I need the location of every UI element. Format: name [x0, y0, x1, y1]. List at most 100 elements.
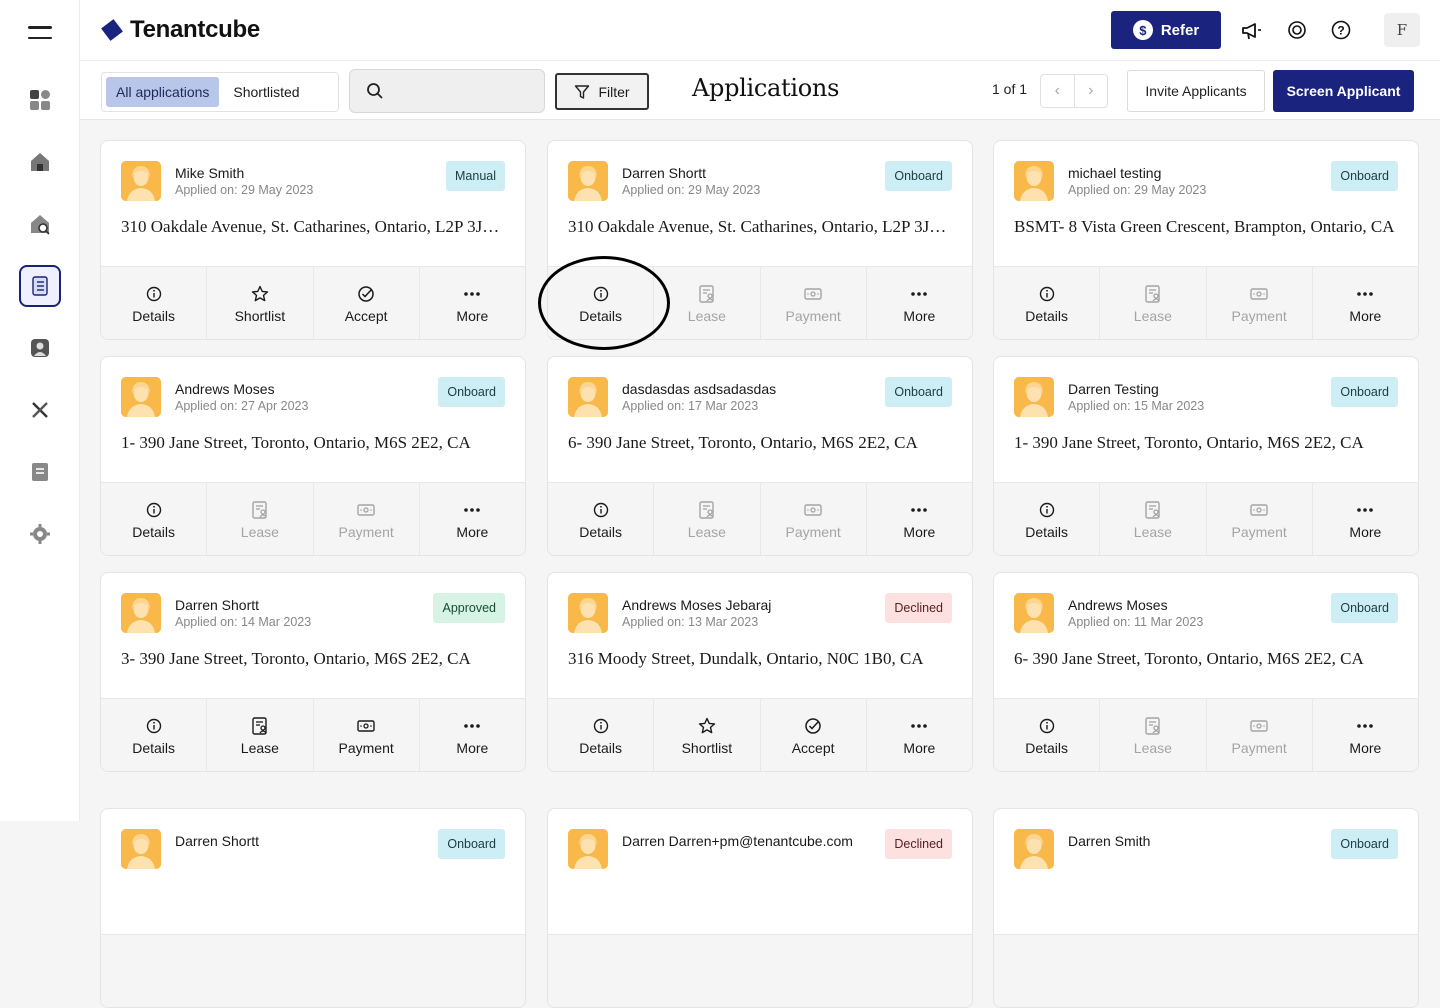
- application-card[interactable]: Mike Smith Applied on: 29 May 2023 Manual 3…: [100, 140, 526, 340]
- tenants-icon[interactable]: [19, 327, 61, 369]
- applicant-avatar: [568, 829, 608, 869]
- payment-button[interactable]: Payment: [1207, 267, 1313, 339]
- payment-button[interactable]: Payment: [314, 699, 420, 771]
- application-card[interactable]: Darren Testing Applied on: 15 Mar 2023 Onb…: [993, 356, 1419, 556]
- application-card[interactable]: Andrews Moses Applied on: 11 Mar 2023 Onbo…: [993, 572, 1419, 772]
- dashboard-icon[interactable]: [19, 79, 61, 121]
- more-button[interactable]: More: [867, 483, 972, 555]
- more-button[interactable]: More: [1313, 267, 1418, 339]
- home-icon[interactable]: [19, 141, 61, 183]
- action-label: Details: [132, 308, 176, 324]
- search-input[interactable]: [392, 83, 532, 99]
- screen-applicant-button[interactable]: Screen Applicant: [1273, 70, 1414, 112]
- property-address: 1- 390 Jane Street, Toronto, Ontario, M6…: [1014, 433, 1364, 452]
- maintenance-icon[interactable]: [19, 389, 61, 431]
- applicant-name: Andrews Moses Jebaraj: [622, 597, 772, 613]
- application-card[interactable]: Darren Shortt Applied on: 29 May 2023 Onbo…: [547, 140, 973, 340]
- application-card[interactable]: Darren Shortt Onboard: [100, 808, 526, 1008]
- property-address: 310 Oakdale Avenue, St. Catharines, Onta…: [568, 217, 952, 236]
- application-card[interactable]: Andrews Moses Jebaraj Applied on: 13 Mar …: [547, 572, 973, 772]
- card-actions: Details Lease Payment More: [548, 267, 972, 339]
- lease-button[interactable]: Lease: [654, 483, 761, 555]
- payment-button[interactable]: Payment: [1207, 699, 1313, 771]
- details-button[interactable]: Details: [548, 699, 655, 771]
- action-label: More: [903, 524, 936, 540]
- payment-button[interactable]: Payment: [314, 483, 420, 555]
- filter-icon: [575, 84, 590, 99]
- card-actions: Details Lease Payment More: [101, 699, 525, 771]
- applications-icon[interactable]: [19, 265, 61, 307]
- payment-icon: [1249, 500, 1269, 520]
- applicant-avatar: [568, 161, 608, 201]
- more-button[interactable]: More: [867, 267, 972, 339]
- applicant-name: dasdasdas asdsadasdas: [622, 381, 777, 397]
- lease-icon: [250, 500, 270, 520]
- more-button[interactable]: More: [420, 483, 525, 555]
- settings-icon[interactable]: [19, 513, 61, 555]
- action-label: Details: [579, 524, 623, 540]
- chevron-left-icon[interactable]: ‹: [1041, 75, 1075, 107]
- lease-button[interactable]: Lease: [654, 267, 761, 339]
- details-button[interactable]: Details: [101, 267, 208, 339]
- menu-icon[interactable]: [28, 26, 52, 42]
- card-header: Andrews Moses Applied on: 27 Apr 2023 Onbo…: [101, 357, 525, 483]
- more-button[interactable]: More: [420, 267, 525, 339]
- lease-button[interactable]: Lease: [207, 483, 314, 555]
- more-button[interactable]: More: [420, 699, 525, 771]
- action-label: Payment: [338, 524, 394, 540]
- more-button[interactable]: More: [1313, 483, 1418, 555]
- filter-button[interactable]: Filter: [555, 73, 649, 110]
- app-logo[interactable]: Tenantcube: [100, 16, 260, 44]
- megaphone-icon[interactable]: [1239, 18, 1263, 42]
- payment-button[interactable]: Payment: [1207, 483, 1313, 555]
- application-card[interactable]: Darren Smith Onboard: [993, 808, 1419, 1008]
- details-button[interactable]: Details: [101, 699, 208, 771]
- support-icon[interactable]: [1285, 18, 1309, 42]
- application-card[interactable]: michael testing Applied on: 29 May 2023 On…: [993, 140, 1419, 340]
- action-label: Details: [1025, 740, 1069, 756]
- application-card[interactable]: Darren Darren+pm@tenantcube.com Declined: [547, 808, 973, 1008]
- documents-icon[interactable]: [19, 451, 61, 493]
- payment-icon: [803, 284, 823, 304]
- shortlist-button[interactable]: Shortlist: [654, 699, 761, 771]
- help-icon[interactable]: ?: [1329, 18, 1353, 42]
- application-card[interactable]: Darren Shortt Applied on: 14 Mar 2023 Appr…: [100, 572, 526, 772]
- applied-date: Applied on: 13 Mar 2023: [622, 615, 759, 629]
- application-card[interactable]: Andrews Moses Applied on: 27 Apr 2023 Onbo…: [100, 356, 526, 556]
- property-address: 6- 390 Jane Street, Toronto, Ontario, M6…: [568, 433, 918, 452]
- card-header: Mike Smith Applied on: 29 May 2023 Manual 3…: [101, 141, 525, 267]
- details-button[interactable]: Details: [101, 483, 208, 555]
- application-tabs: All applications Shortlisted: [101, 72, 339, 112]
- details-button[interactable]: Details: [994, 699, 1101, 771]
- lease-button[interactable]: Lease: [1100, 699, 1207, 771]
- application-card[interactable]: dasdasdas asdsadasdas Applied on: 17 Mar …: [547, 356, 973, 556]
- shortlist-button[interactable]: Shortlist: [207, 267, 314, 339]
- accept-button[interactable]: Accept: [761, 699, 867, 771]
- payment-icon: [1249, 716, 1269, 736]
- tab-shortlisted[interactable]: Shortlisted: [223, 77, 309, 107]
- refer-button[interactable]: $ Refer: [1111, 11, 1221, 49]
- chevron-right-icon[interactable]: ›: [1075, 75, 1108, 107]
- accept-button[interactable]: Accept: [314, 267, 420, 339]
- page-title: Applications: [692, 74, 840, 102]
- details-button[interactable]: Details: [548, 267, 655, 339]
- lease-button[interactable]: Lease: [1100, 483, 1207, 555]
- user-avatar[interactable]: F: [1384, 13, 1420, 47]
- more-button[interactable]: More: [1313, 699, 1418, 771]
- details-button[interactable]: Details: [548, 483, 655, 555]
- details-button[interactable]: Details: [994, 483, 1101, 555]
- lease-button[interactable]: Lease: [1100, 267, 1207, 339]
- action-label: Lease: [687, 524, 726, 540]
- action-label: More: [1349, 308, 1382, 324]
- property-search-icon[interactable]: [19, 203, 61, 245]
- invite-applicants-button[interactable]: Invite Applicants: [1127, 70, 1265, 112]
- payment-button[interactable]: Payment: [761, 267, 867, 339]
- action-label: Payment: [1231, 308, 1287, 324]
- card-actions: Details Lease Payment More: [994, 699, 1418, 771]
- action-label: Accept: [791, 740, 835, 756]
- details-button[interactable]: Details: [994, 267, 1101, 339]
- lease-button[interactable]: Lease: [207, 699, 314, 771]
- tab-all-applications[interactable]: All applications: [106, 77, 220, 107]
- payment-button[interactable]: Payment: [761, 483, 867, 555]
- more-button[interactable]: More: [867, 699, 972, 771]
